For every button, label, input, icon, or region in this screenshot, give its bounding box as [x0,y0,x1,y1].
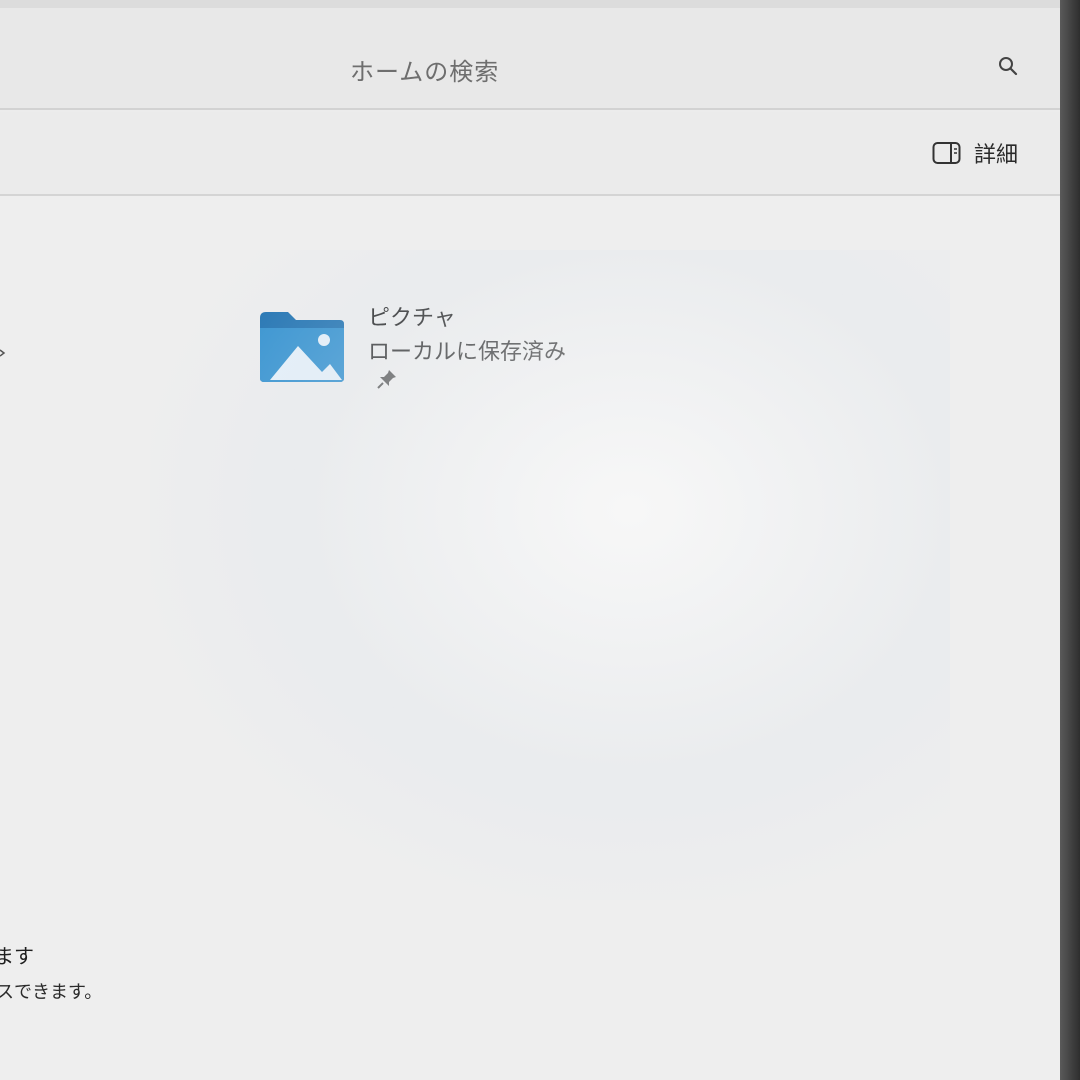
details-pane-icon [932,142,961,164]
details-button[interactable]: 詳細 [932,136,1018,170]
side-panel-text-line1: ます [0,944,34,968]
search-icon[interactable] [996,54,1020,78]
nav-pane-edge-icon [0,349,6,357]
side-panel-text-line2: スできます。 [0,982,103,1003]
search-input[interactable]: ホームの検索 [350,52,499,87]
command-bar: 詳細 [0,112,1060,196]
monitor-bezel [1060,0,1080,1080]
pin-icon [377,370,396,389]
window-top-edge [0,0,1060,8]
search-bar[interactable]: ホームの検索 [0,8,1060,110]
sync-status-text: ローカルに保存済み [368,340,567,365]
file-explorer-window: ホームの検索 詳細 ピクチャ ローカルに保存済み ます スできます。 [0,0,1060,1080]
pictures-folder-icon [260,312,344,382]
main-content: ピクチャ ローカルに保存済み ます スできます。 [0,196,1060,1080]
folder-name: ピクチャ [368,306,456,331]
details-label: 詳細 [974,143,1019,168]
folder-item-pictures[interactable]: ピクチャ ローカルに保存済み [256,300,586,400]
